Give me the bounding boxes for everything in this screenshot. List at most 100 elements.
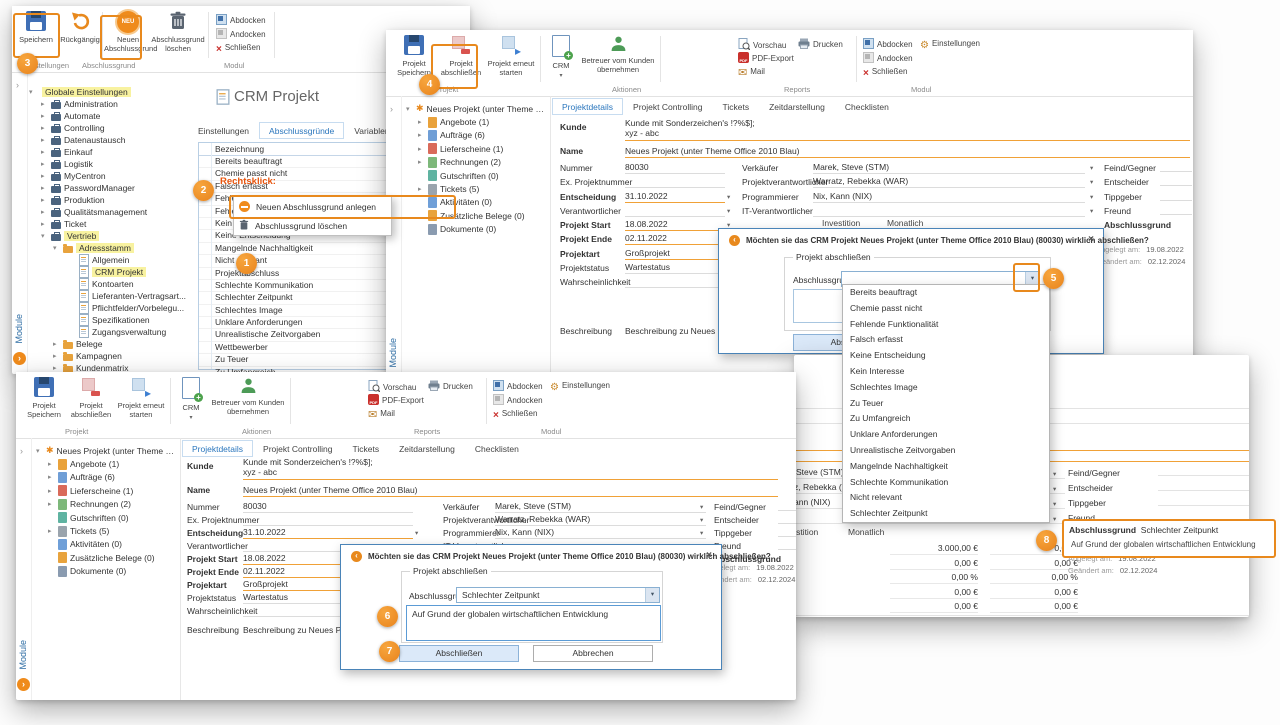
tree-expander[interactable]: ▸ xyxy=(41,172,48,180)
field-value[interactable]: Warratz, Rebekka (WAR) xyxy=(495,514,706,526)
field-value[interactable]: 31.10.2022 xyxy=(625,191,725,203)
tree-item[interactable]: ▸ Ticket xyxy=(29,218,197,230)
dialog-ok-button[interactable]: Abschließen xyxy=(399,645,519,662)
tree-expander[interactable]: ▸ xyxy=(53,352,60,360)
tree-item[interactable]: Allgemein xyxy=(29,254,197,266)
kunde-value-2[interactable]: xyz - abc xyxy=(625,128,659,138)
dropdown-arrow-icon[interactable]: ▾ xyxy=(727,207,730,215)
monatlich-value[interactable]: 0,00 € xyxy=(990,601,1078,613)
field-value[interactable]: Marek, Steve (STM) xyxy=(813,162,1085,174)
dropdown-arrow-icon[interactable]: ▾ xyxy=(727,193,730,201)
field-value[interactable]: 80030 xyxy=(243,501,413,513)
field-value[interactable] xyxy=(625,276,725,288)
tree-item[interactable]: ▸ Automate xyxy=(29,110,197,122)
dropdown-arrow-icon[interactable]: ▾ xyxy=(1090,178,1093,186)
dropdown-option[interactable]: Zu Umfangreich xyxy=(843,411,1049,427)
dropdown-arrow-icon[interactable]: ▾ xyxy=(1090,207,1093,215)
investition-value[interactable]: 0,00 % xyxy=(890,572,978,584)
tree-item[interactable]: ▸ Controlling xyxy=(29,122,197,134)
delete-reason-button[interactable]: Abschlussgrund löschen xyxy=(150,11,206,53)
dropdown-option[interactable]: Chemie passt nicht xyxy=(843,301,1049,317)
dropdown-arrow-icon[interactable]: ▾ xyxy=(1053,485,1056,493)
verkaeufer-value-clipped[interactable]: Steve (STM) xyxy=(796,467,844,477)
tree-expander[interactable]: ▾ xyxy=(29,88,36,96)
tree-item[interactable]: ▾ Vertrieb xyxy=(29,230,197,242)
dropdown-arrow-icon[interactable]: ▾ xyxy=(1053,515,1056,523)
field-value[interactable]: Nix, Kann (NIX) xyxy=(813,191,1085,203)
tree-item[interactable]: CRM Projekt xyxy=(29,266,197,278)
field-value[interactable]: 18.08.2022 xyxy=(625,219,725,231)
tree-expander[interactable]: ▸ xyxy=(41,124,48,132)
tree-expander[interactable]: ▸ xyxy=(41,220,48,228)
tree-item[interactable]: ▸ Datenaustausch xyxy=(29,134,197,146)
tree-item[interactable]: ▾ Globale Einstellungen xyxy=(29,86,197,98)
tree-expander[interactable]: ▸ xyxy=(41,160,48,168)
field-value[interactable]: Wartestatus xyxy=(625,262,725,274)
dropdown-option[interactable]: Unrealistische Zeitvorgaben xyxy=(843,443,1049,459)
dropdown-arrow-icon[interactable]: ▾ xyxy=(700,529,703,537)
field-value[interactable] xyxy=(243,514,413,526)
dropdown-arrow-icon[interactable]: ▾ xyxy=(700,516,703,524)
tree-item[interactable]: ▸ Produktion xyxy=(29,194,197,206)
combo-dropdown-icon[interactable]: ▾ xyxy=(645,588,659,602)
field-value[interactable] xyxy=(625,205,725,217)
tree-expander[interactable]: ▸ xyxy=(41,112,48,120)
field-value[interactable]: 02.11.2022 xyxy=(625,233,725,245)
tree-item[interactable]: ▸ Administration xyxy=(29,98,197,110)
dialog-cancel-button[interactable]: Abbrechen xyxy=(533,645,653,662)
dropdown-option[interactable]: Nicht relevant xyxy=(843,490,1049,506)
kunde-value-2[interactable]: xyz - abc xyxy=(243,467,277,477)
investition-value[interactable]: 3.000,00 € xyxy=(890,543,978,555)
tab[interactable]: Einstellungen xyxy=(188,122,259,139)
tree-expander[interactable]: ▾ xyxy=(53,244,60,252)
dropdown-option[interactable]: Schlechter Zeitpunkt xyxy=(843,506,1049,522)
reason-combobox[interactable]: Schlechter Zeitpunkt ▾ xyxy=(456,587,660,603)
abschlussgrund-value[interactable]: Schlechter Zeitpunkt xyxy=(1141,525,1218,535)
tree-expander[interactable]: ▸ xyxy=(41,184,48,192)
tree-expander[interactable]: ▸ xyxy=(41,208,48,216)
field-value[interactable] xyxy=(813,205,1085,217)
tree-item[interactable]: ▸ MyCentron xyxy=(29,170,197,182)
dropdown-option[interactable]: Zu Teuer xyxy=(843,396,1049,412)
kunde-value-1[interactable]: Kunde mit Sonderzeichen's !?%$]; xyxy=(625,118,755,128)
name-value[interactable]: Neues Projekt (unter Theme Office 2010 B… xyxy=(625,146,800,156)
dropdown-option[interactable]: Unklare Anforderungen xyxy=(843,427,1049,443)
investition-value[interactable]: 0,00 € xyxy=(890,558,978,570)
tree-item[interactable]: Kontoarten xyxy=(29,278,197,290)
tree-item[interactable]: ▸ Qualitätsmanagement xyxy=(29,206,197,218)
field-value[interactable]: 80030 xyxy=(625,162,725,174)
dropdown-arrow-icon[interactable]: ▾ xyxy=(700,503,703,511)
tree-expander[interactable]: ▾ xyxy=(41,232,48,240)
dialog-close-icon[interactable]: × xyxy=(1088,234,1094,245)
monatlich-value[interactable]: 0,00 € xyxy=(990,558,1078,570)
module-strip-icon[interactable]: › xyxy=(13,352,26,365)
tree-expander[interactable]: ▸ xyxy=(41,196,48,204)
abschlussgrund-note[interactable]: Auf Grund der globalen wirtschaftlichen … xyxy=(1071,540,1256,549)
tree-expander[interactable]: ▸ xyxy=(41,100,48,108)
reason-note-input[interactable]: Auf Grund der globalen wirtschaftlichen … xyxy=(406,605,661,641)
tree-item[interactable]: Spezifikationen xyxy=(29,314,197,326)
field-value[interactable]: Nix, Kann (NIX) xyxy=(495,527,706,539)
dialog-close-icon[interactable]: × xyxy=(706,550,712,561)
investition-value[interactable]: 0,00 € xyxy=(890,587,978,599)
field-value[interactable] xyxy=(625,176,725,188)
dropdown-arrow-icon[interactable]: ▾ xyxy=(1090,164,1093,172)
dropdown-option[interactable]: Falsch erfasst xyxy=(843,332,1049,348)
dropdown-option[interactable]: Fehlende Funktionalität xyxy=(843,317,1049,333)
tree-expander[interactable]: ▸ xyxy=(41,136,48,144)
dropdown-option[interactable]: Keine Entscheidung xyxy=(843,348,1049,364)
dropdown-arrow-icon[interactable]: ▾ xyxy=(1090,193,1093,201)
investition-value[interactable]: 0,00 € xyxy=(890,601,978,613)
field-value[interactable]: Großprojekt xyxy=(625,248,725,260)
name-value[interactable]: Neues Projekt (unter Theme Office 2010 B… xyxy=(243,485,418,495)
dropdown-option[interactable]: Kein Interesse xyxy=(843,364,1049,380)
close-module-button[interactable]: ×Schließen xyxy=(216,42,260,54)
undo-button[interactable]: Rückgängig xyxy=(59,11,101,44)
monatlich-value[interactable]: 0,00 € xyxy=(990,587,1078,599)
monatlich-value[interactable]: 0,00 % xyxy=(990,572,1078,584)
dropdown-arrow-icon[interactable]: ▾ xyxy=(415,529,418,537)
tree-item[interactable]: ▾ Adressstamm xyxy=(29,242,197,254)
tree-collapse-chevron[interactable]: › xyxy=(16,80,19,90)
dropdown-option[interactable]: Schlechte Kommunikation xyxy=(843,475,1049,491)
tree-item[interactable]: ▸ Logistik xyxy=(29,158,197,170)
